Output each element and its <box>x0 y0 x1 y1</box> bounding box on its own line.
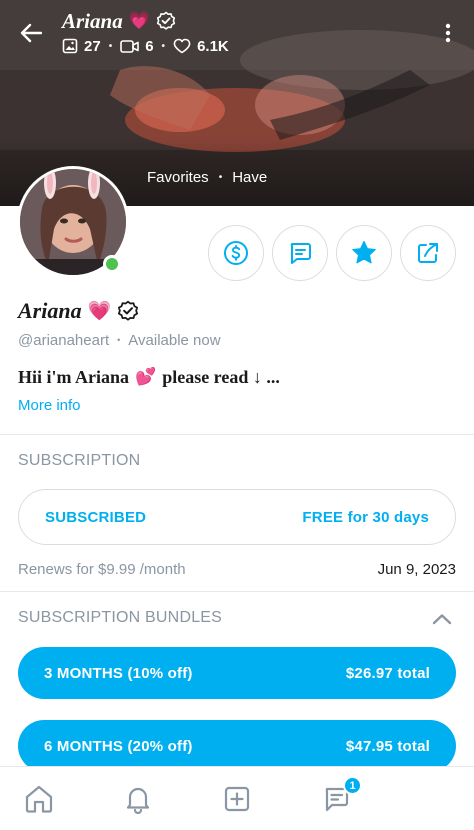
tip-button[interactable] <box>208 225 264 281</box>
subscribed-label: SUBSCRIBED <box>45 508 147 526</box>
bundle-6-months-button[interactable]: 6 MONTHS (20% off) $47.95 total <box>18 720 456 772</box>
message-button[interactable] <box>272 225 328 281</box>
free-offer-label: FREE for 30 days <box>302 508 429 526</box>
bell-icon <box>126 787 150 814</box>
verified-icon <box>156 11 175 30</box>
hearts-emoji: 💕 <box>135 367 157 386</box>
tab-have[interactable]: Have <box>232 169 267 186</box>
header-name: Ariana <box>62 8 123 33</box>
heart-icon <box>173 38 191 54</box>
videos-count: 6 <box>145 37 154 55</box>
subscribed-button[interactable]: SUBSCRIBED FREE for 30 days <box>18 489 456 545</box>
photos-count: 27 <box>84 37 101 55</box>
tab-favorites[interactable]: Favorites <box>147 169 209 186</box>
more-info-link[interactable]: More info <box>18 397 81 414</box>
kebab-menu-icon <box>445 23 451 43</box>
bottom-navigation <box>0 766 474 830</box>
online-status-indicator <box>103 255 121 273</box>
profile-name: Ariana <box>18 298 82 323</box>
divider <box>0 434 474 435</box>
profile-handle: @arianaheart <box>18 331 110 349</box>
arrow-left-icon <box>20 23 42 43</box>
cover-tabs: Favorites • Have <box>147 168 268 186</box>
messages-badge: 1 <box>343 776 362 795</box>
dollar-icon <box>224 241 248 265</box>
star-icon <box>352 240 376 264</box>
bundle-label: 3 MONTHS (10% off) <box>44 664 193 682</box>
bundle-3-months-button[interactable]: 3 MONTHS (10% off) $26.97 total <box>18 647 456 699</box>
handle-row: @arianaheart • Available now <box>18 331 221 349</box>
back-button[interactable] <box>14 18 48 48</box>
nav-home[interactable] <box>19 781 59 817</box>
message-icon <box>290 243 311 264</box>
photo-icon <box>62 38 78 54</box>
bundle-price: $26.97 total <box>345 664 430 682</box>
heart-emoji: 💗 <box>87 301 112 322</box>
share-button[interactable] <box>400 225 456 281</box>
share-icon <box>418 243 438 263</box>
verified-icon <box>118 300 139 321</box>
nav-notifications[interactable] <box>118 781 158 817</box>
collapse-bundles-button[interactable] <box>430 608 454 630</box>
profile-name-row: Ariana 💗 <box>18 296 139 326</box>
renewal-info: Renews for $9.99 /month Jun 9, 2023 <box>18 558 456 580</box>
profile-bio: Hii i'm Ariana 💕 please read ↓ ... <box>18 366 280 387</box>
bundles-title: SUBSCRIPTION BUNDLES <box>18 609 223 626</box>
header-stats: 27 • 6 • 6.1K <box>62 36 229 56</box>
video-icon <box>120 39 140 53</box>
renewal-price: Renews for $9.99 /month <box>18 560 186 578</box>
subscription-title: SUBSCRIPTION <box>18 452 141 469</box>
home-icon <box>25 785 53 813</box>
bundle-price: $47.95 total <box>345 737 430 755</box>
divider <box>0 591 474 592</box>
nav-add-post[interactable] <box>217 781 257 817</box>
favorite-button[interactable] <box>336 225 392 281</box>
renewal-date: Jun 9, 2023 <box>377 560 456 578</box>
add-post-icon <box>224 786 250 812</box>
bundle-label: 6 MONTHS (20% off) <box>44 737 193 755</box>
likes-count: 6.1K <box>197 37 229 55</box>
chevron-up-icon <box>432 614 452 625</box>
availability-status: Available now <box>128 331 221 349</box>
more-options-button[interactable] <box>436 20 460 46</box>
header-title: Ariana 💗 <box>62 8 176 34</box>
heart-emoji: 💗 <box>128 11 150 30</box>
